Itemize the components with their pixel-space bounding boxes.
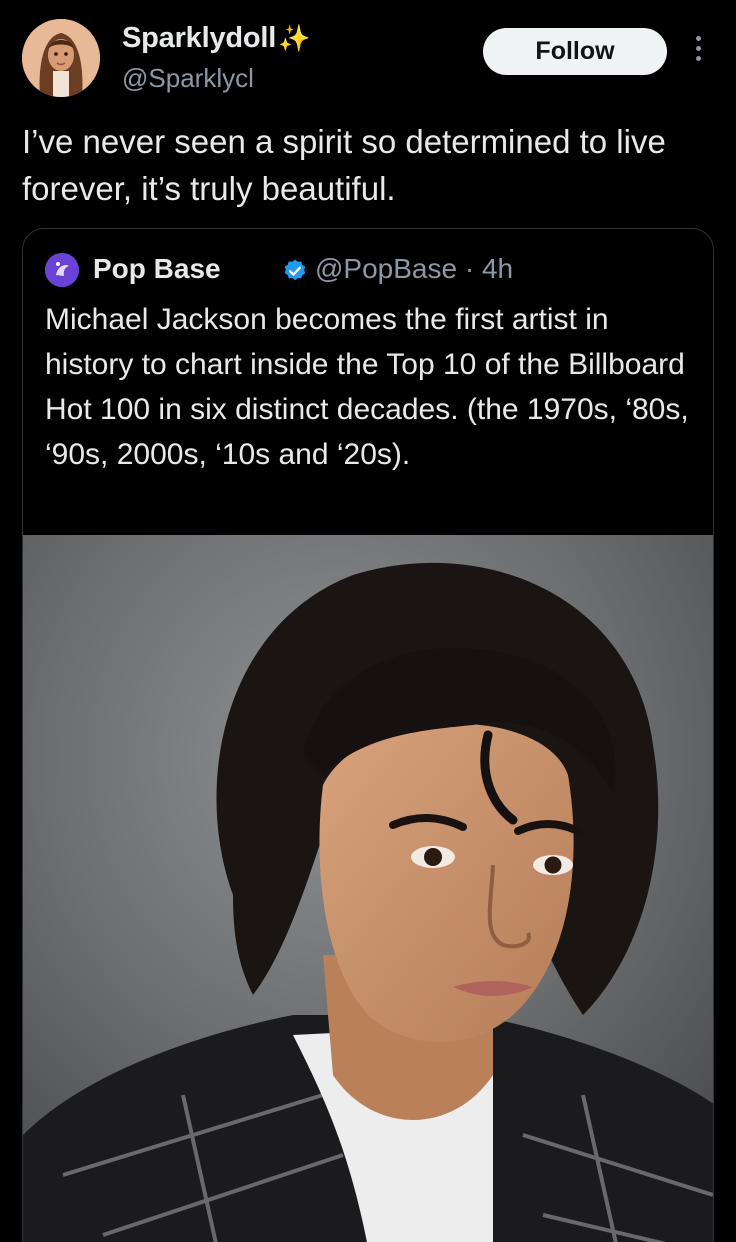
tweet-screen: Sparklydoll✨ @Sparklycl Follow I’ve neve…: [0, 0, 736, 1242]
doll-avatar-icon: [22, 19, 100, 97]
author-handle[interactable]: @Sparklycl: [122, 63, 254, 94]
quoted-tweet-card[interactable]: Pop Base @PopBase · 4h Michael Jackson b…: [22, 228, 714, 1242]
quoted-author-avatar[interactable]: [45, 253, 79, 287]
display-name-text: Sparklydoll: [122, 22, 277, 54]
author-display-name[interactable]: Sparklydoll✨: [122, 22, 311, 55]
quoted-author-name[interactable]: Pop Base: [93, 253, 221, 285]
quoted-handle-time: @PopBase · 4h: [315, 253, 514, 284]
tweet-text: I’ve never seen a spirit so determined t…: [22, 123, 666, 207]
tweet-header: Sparklydoll✨ @Sparklycl Follow: [0, 0, 736, 110]
quoted-tweet-header: Pop Base @PopBase · 4h: [45, 251, 685, 291]
portrait-image: [23, 535, 713, 1242]
author-avatar[interactable]: [22, 19, 100, 97]
sparkle-icon: ✨: [278, 23, 311, 53]
popbase-logo-icon: [45, 253, 79, 287]
verified-badge-icon: [284, 259, 306, 281]
quoted-tweet-text: Michael Jackson becomes the first artist…: [45, 303, 689, 471]
portrait-photo[interactable]: [23, 535, 713, 1242]
follow-button[interactable]: Follow: [483, 28, 667, 75]
more-vertical-icon[interactable]: [688, 36, 708, 68]
